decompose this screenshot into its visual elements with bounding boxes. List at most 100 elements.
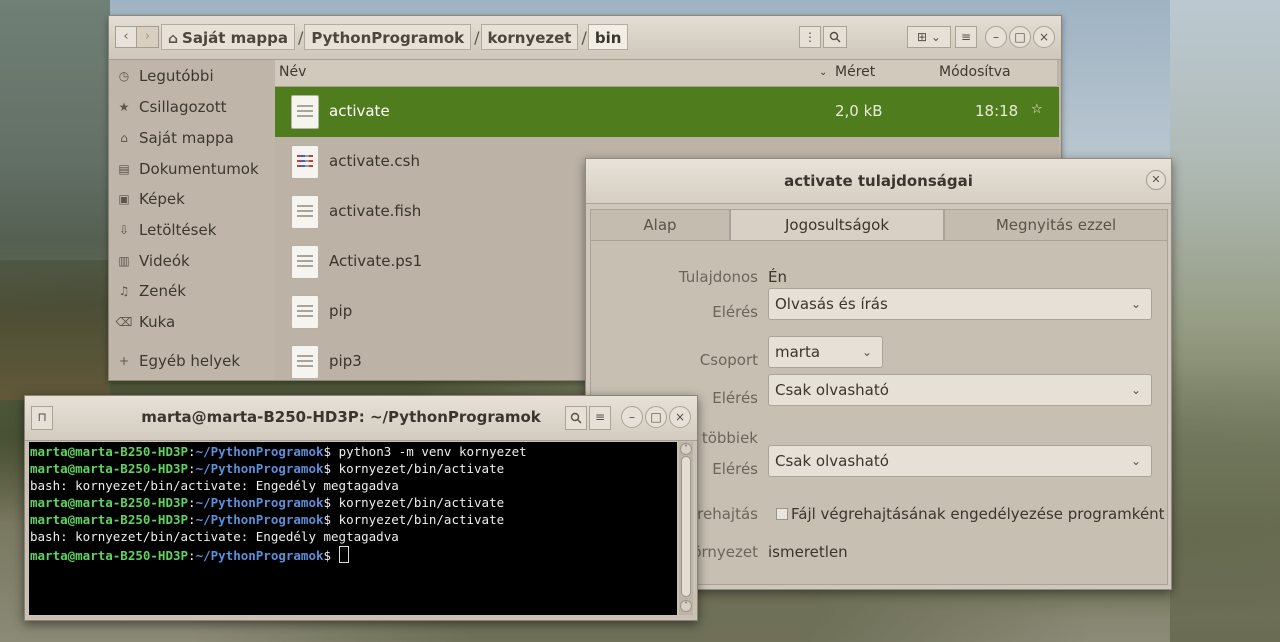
music-icon: ♫	[118, 284, 130, 298]
chevron-down-icon: ⌄	[1130, 297, 1141, 311]
sidebar-item-home[interactable]: ⌂ Saját mappa	[109, 124, 273, 152]
tab-permissions[interactable]: Jogosultságok	[730, 209, 944, 241]
breadcrumb-separator: /	[297, 27, 304, 47]
text-file-icon	[291, 245, 319, 279]
sidebar-item-label: Kuka	[139, 313, 176, 331]
maximize-icon: □	[650, 410, 662, 424]
command-text: $ python3 -m venv kornyezet	[323, 444, 527, 459]
breadcrumb-kornyezet[interactable]: kornyezet	[480, 24, 579, 50]
sidebar-item-trash[interactable]: ⌫ Kuka	[109, 308, 273, 336]
breadcrumb-home[interactable]: ⌂ Saját mappa	[161, 24, 295, 50]
sidebar-item-documents[interactable]: ▤ Dokumentumok	[109, 155, 273, 183]
prompt-user: marta@marta-B250-HD3P	[30, 495, 189, 510]
path-menu-button[interactable]: ⋮	[799, 26, 821, 48]
execute-checkbox[interactable]	[776, 508, 788, 520]
chevron-down-icon: ⌄	[1130, 454, 1141, 468]
breadcrumb-pythonprogramok[interactable]: PythonProgramok	[304, 24, 472, 50]
text-file-icon	[291, 95, 319, 129]
chevron-down-icon: ⌄	[1130, 383, 1141, 397]
text-cursor	[338, 546, 349, 563]
prompt-path: ~/PythonProgramok	[195, 461, 324, 476]
breadcrumb-bin[interactable]: bin	[587, 24, 629, 50]
column-size[interactable]: Méret	[835, 64, 875, 80]
sidebar-item-label: Legutóbbi	[139, 67, 214, 85]
prompt-user: marta@marta-B250-HD3P	[30, 512, 189, 527]
more-icon: ⋮	[804, 30, 816, 44]
terminal-output[interactable]: marta@marta-B250-HD3P:~/PythonProgramok$…	[29, 442, 677, 615]
places-sidebar: ◷ Legutóbbi ★ Csillagozott ⌂ Saját mappa ▤ D…	[109, 60, 273, 380]
owner-access-value: Olvasás és írás	[775, 295, 888, 313]
close-button[interactable]: ×	[1033, 26, 1055, 48]
sidebar-item-label: Saját mappa	[139, 129, 234, 147]
sidebar-item-music[interactable]: ♫ Zenék	[109, 277, 273, 305]
owner-access-select[interactable]: Olvasás és írás ⌄	[768, 288, 1152, 320]
prompt-path: ~/PythonProgramok	[195, 444, 324, 459]
column-name[interactable]: Név	[279, 64, 306, 80]
chevron-down-icon: ⌄	[930, 30, 941, 44]
tab-open-with[interactable]: Megnyitás ezzel	[944, 209, 1168, 241]
close-icon: ×	[674, 410, 686, 424]
file-modified: 18:18	[975, 102, 1019, 120]
file-name: activate.fish	[329, 202, 422, 220]
sidebar-item-label: Képek	[139, 190, 185, 208]
minimize-button[interactable]: –	[985, 26, 1007, 48]
file-row-activate[interactable]: activate 2,0 kB 18:18 ☆	[275, 87, 1059, 137]
dialog-tabs: Alap Jogosultságok Megnyitás ezzel	[590, 209, 1168, 241]
terminal-minimize-button[interactable]: –	[621, 406, 643, 428]
download-icon: ⇩	[118, 223, 130, 237]
file-name: activate.csh	[329, 152, 421, 170]
menu-icon: ≡	[960, 30, 972, 44]
tab-basic[interactable]: Alap	[590, 209, 730, 241]
file-manager-headerbar: ‹ › ⌂ Saját mappa / PythonProgramok / kor…	[109, 16, 1061, 60]
menu-button[interactable]: ≡	[955, 26, 977, 48]
star-icon[interactable]: ☆	[1031, 102, 1043, 117]
wallpaper-trees-right	[1170, 0, 1280, 642]
chevron-down-icon: ⌄	[861, 345, 872, 359]
terminal-headerbar: ⊓ marta@marta-B250-HD3P: ~/PythonProgram…	[25, 396, 697, 441]
script-file-icon	[291, 145, 319, 179]
prompt-user: marta@marta-B250-HD3P	[30, 548, 189, 563]
forward-button[interactable]: ›	[137, 26, 159, 48]
minimize-icon: –	[629, 410, 635, 424]
sidebar-item-recent[interactable]: ◷ Legutóbbi	[109, 62, 273, 90]
maximize-button[interactable]: □	[1009, 26, 1031, 48]
back-button[interactable]: ‹	[115, 26, 137, 48]
group-select[interactable]: marta ⌄	[768, 336, 883, 368]
terminal-search-button[interactable]	[565, 406, 587, 430]
command-text: $ kornyezet/bin/activate	[323, 495, 505, 510]
scroll-up-icon[interactable]: ˄	[680, 443, 692, 455]
terminal-line: bash: kornyezet/bin/activate: Engedély m…	[30, 478, 399, 493]
group-value: marta	[775, 343, 821, 361]
prompt-user: marta@marta-B250-HD3P	[30, 444, 189, 459]
terminal-menu-button[interactable]: ≡	[589, 406, 611, 430]
command-text: $ kornyezet/bin/activate	[323, 512, 505, 527]
search-button[interactable]	[823, 26, 847, 48]
scrollbar-thumb[interactable]	[681, 456, 691, 597]
file-size: 2,0 kB	[835, 102, 883, 120]
sidebar-item-label: Letöltések	[139, 221, 217, 239]
group-access-select[interactable]: Csak olvasható ⌄	[768, 374, 1152, 406]
wallpaper-trees-left	[0, 0, 110, 400]
terminal-scrollbar[interactable]: ˄ ˅	[679, 442, 693, 615]
sidebar-item-starred[interactable]: ★ Csillagozott	[109, 93, 273, 121]
others-access-select[interactable]: Csak olvasható ⌄	[768, 445, 1152, 477]
column-modified[interactable]: Módosítva	[939, 64, 1011, 80]
dialog-close-button[interactable]: ✕	[1146, 170, 1166, 190]
dialog-title: activate tulajdonságai	[784, 172, 973, 190]
execute-checkbox-label[interactable]: Fájl végrehajtásának engedélyezése progr…	[791, 505, 1165, 523]
owner-label: Tulajdonos	[678, 268, 758, 286]
view-toggle-button[interactable]: ⊞ ⌄	[907, 26, 951, 48]
sidebar-item-pictures[interactable]: ▣ Képek	[109, 185, 273, 213]
sidebar-item-downloads[interactable]: ⇩ Letöltések	[109, 216, 273, 244]
sidebar-item-other-locations[interactable]: + Egyéb helyek	[109, 347, 273, 375]
scroll-down-icon[interactable]: ˅	[680, 600, 692, 612]
terminal-maximize-button[interactable]: □	[645, 406, 667, 428]
grid-view-icon: ⊞	[917, 30, 928, 44]
command-text: $ kornyezet/bin/activate	[323, 461, 505, 476]
menu-icon: ≡	[594, 410, 606, 424]
breadcrumb-separator: /	[581, 27, 587, 47]
text-file-icon	[291, 295, 319, 329]
sidebar-item-videos[interactable]: ▥ Videók	[109, 247, 273, 275]
terminal-close-button[interactable]: ×	[669, 406, 691, 428]
breadcrumb-separator: /	[474, 27, 480, 47]
